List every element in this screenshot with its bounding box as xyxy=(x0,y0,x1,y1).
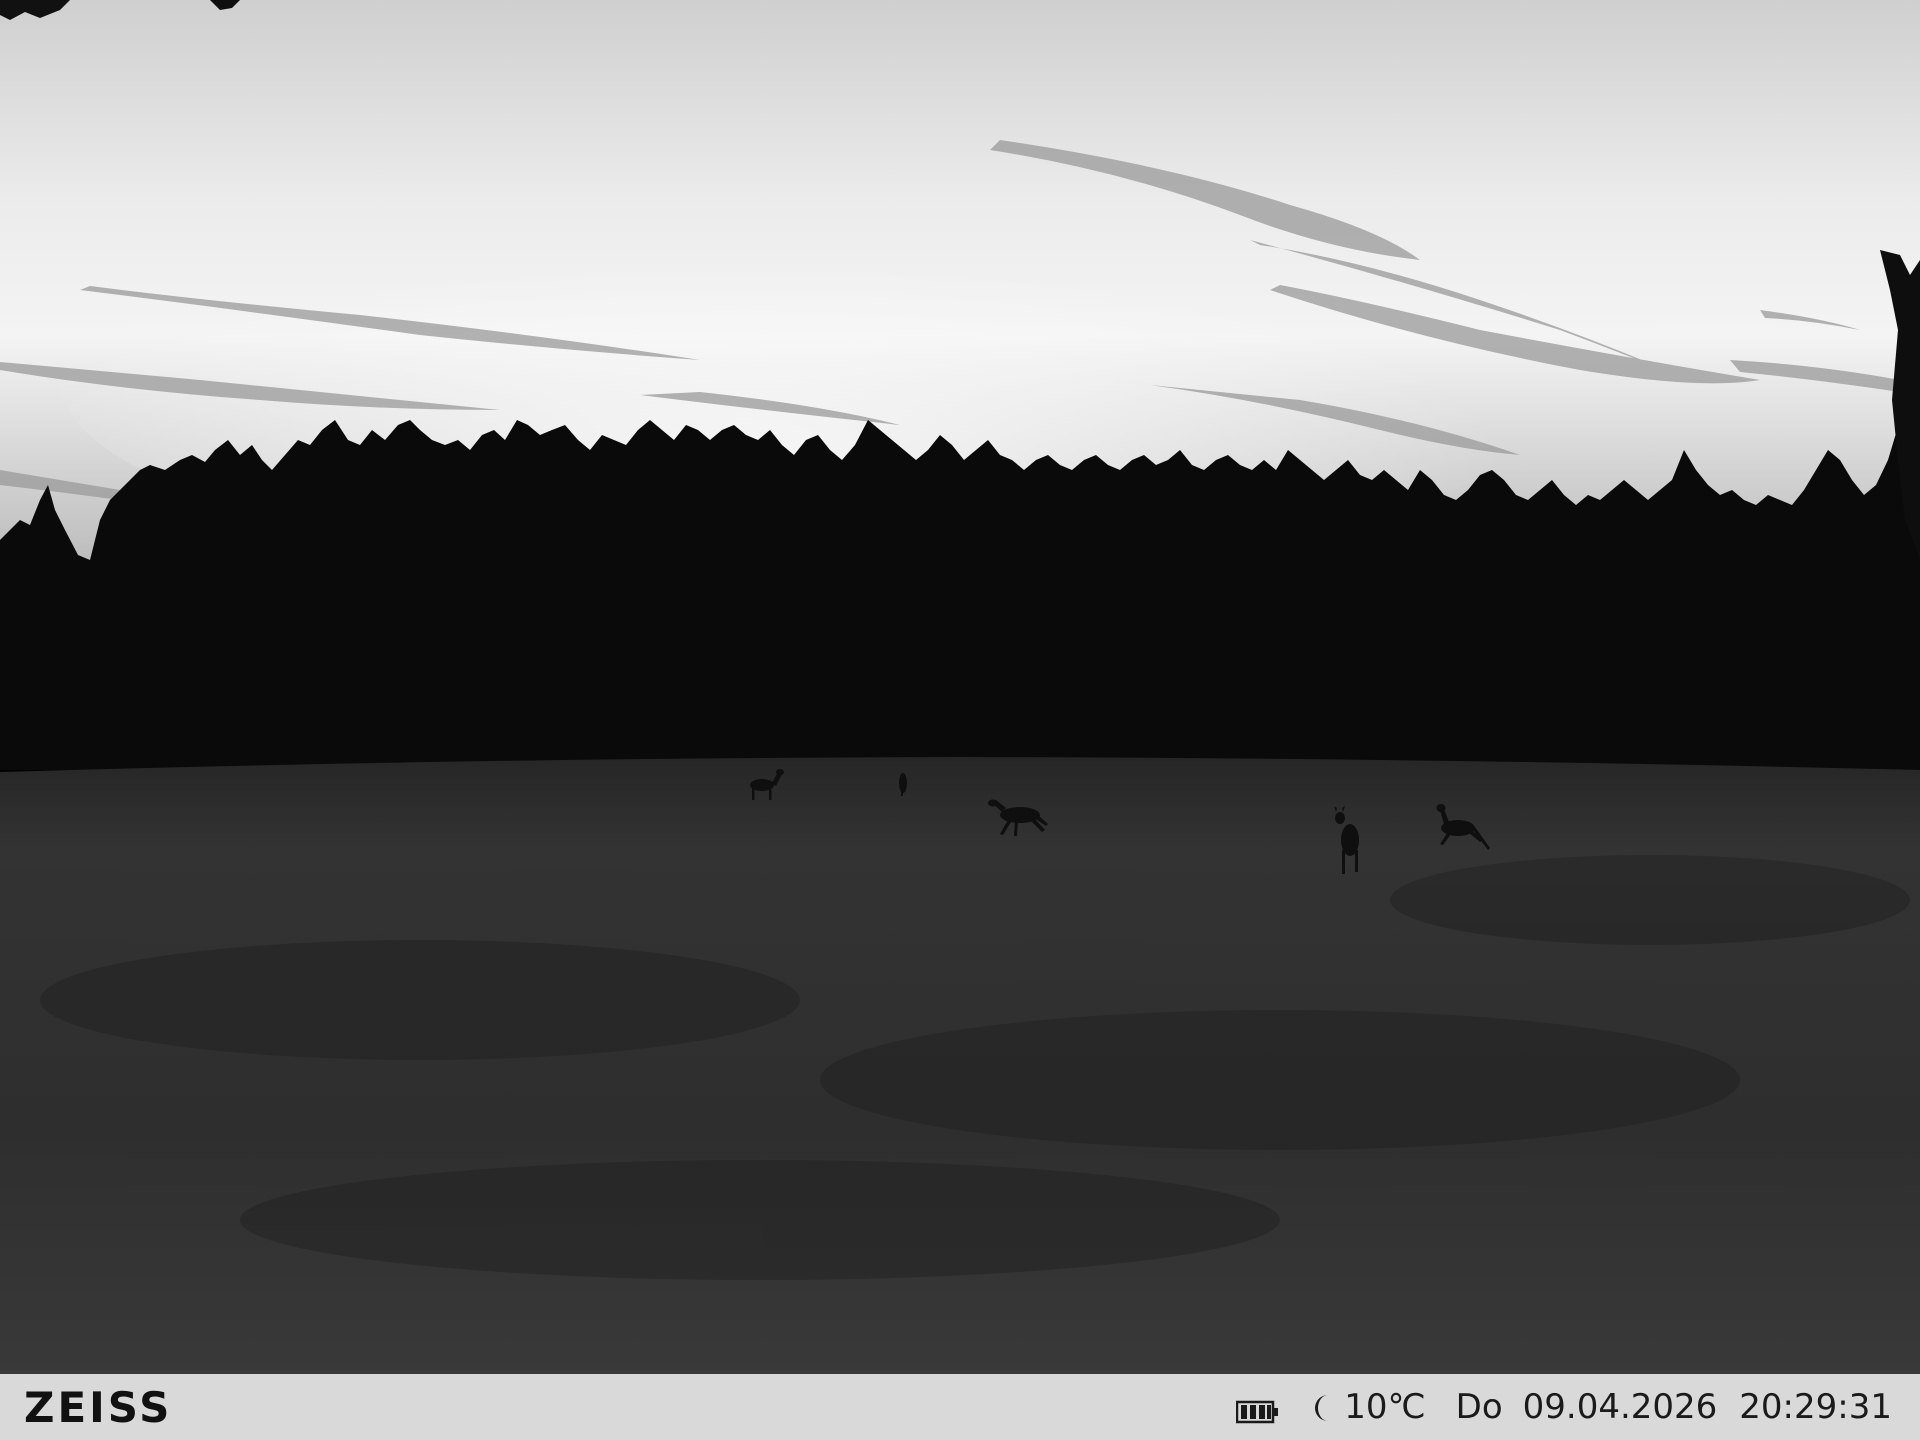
battery-full-icon xyxy=(1235,1394,1280,1424)
time-readout: 20:29:31 xyxy=(1739,1387,1892,1427)
trail-camera-frame: ZEISS 10℃ Do 09.04.2026 20:29:31 xyxy=(0,0,1920,1440)
temperature-readout: 10℃ xyxy=(1344,1387,1426,1427)
scene-photo xyxy=(0,0,1920,1374)
status-readout: 10℃ Do 09.04.2026 20:29:31 xyxy=(1235,1387,1892,1427)
camera-info-bar: ZEISS 10℃ Do 09.04.2026 20:29:31 xyxy=(0,1374,1920,1440)
weekday-readout: Do xyxy=(1455,1387,1503,1427)
brand-logo: ZEISS xyxy=(24,1382,173,1432)
date-readout: 09.04.2026 xyxy=(1522,1387,1718,1427)
moon-night-icon xyxy=(1310,1392,1336,1422)
